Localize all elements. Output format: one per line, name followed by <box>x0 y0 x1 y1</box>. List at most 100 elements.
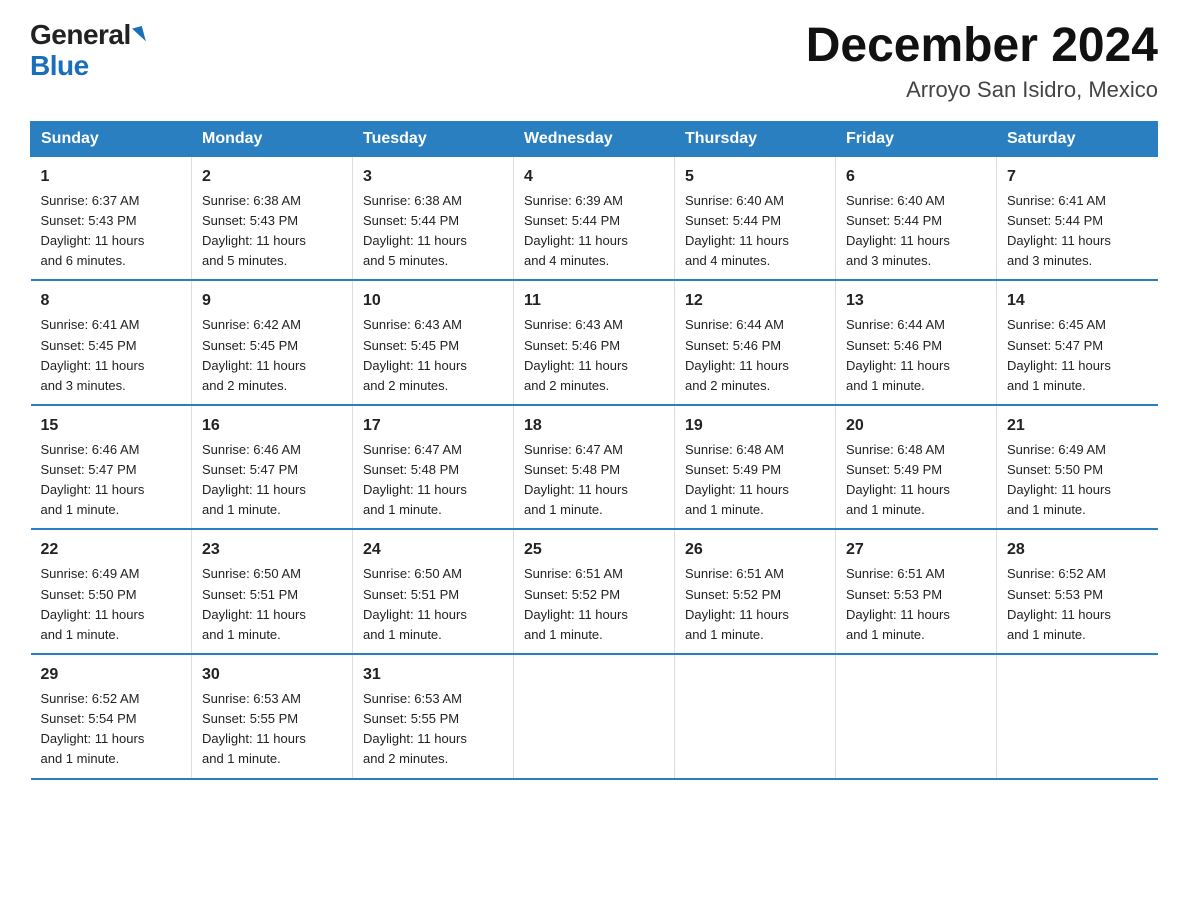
day-info: Sunrise: 6:52 AMSunset: 5:53 PMDaylight:… <box>1007 564 1148 645</box>
day-number: 31 <box>363 663 503 687</box>
day-info: Sunrise: 6:52 AMSunset: 5:54 PMDaylight:… <box>41 689 182 770</box>
weekday-header-sunday: Sunday <box>31 121 192 156</box>
day-cell: 29Sunrise: 6:52 AMSunset: 5:54 PMDayligh… <box>31 654 192 779</box>
day-info: Sunrise: 6:39 AMSunset: 5:44 PMDaylight:… <box>524 191 664 272</box>
day-info: Sunrise: 6:50 AMSunset: 5:51 PMDaylight:… <box>363 564 503 645</box>
day-number: 1 <box>41 165 182 189</box>
week-row-1: 1Sunrise: 6:37 AMSunset: 5:43 PMDaylight… <box>31 156 1158 280</box>
day-number: 5 <box>685 165 825 189</box>
day-number: 20 <box>846 414 986 438</box>
day-number: 3 <box>363 165 503 189</box>
day-number: 27 <box>846 538 986 562</box>
day-cell: 30Sunrise: 6:53 AMSunset: 5:55 PMDayligh… <box>192 654 353 779</box>
day-number: 25 <box>524 538 664 562</box>
day-info: Sunrise: 6:48 AMSunset: 5:49 PMDaylight:… <box>685 440 825 521</box>
day-number: 15 <box>41 414 182 438</box>
day-number: 17 <box>363 414 503 438</box>
location-title: Arroyo San Isidro, Mexico <box>806 77 1158 103</box>
day-info: Sunrise: 6:48 AMSunset: 5:49 PMDaylight:… <box>846 440 986 521</box>
week-row-4: 22Sunrise: 6:49 AMSunset: 5:50 PMDayligh… <box>31 529 1158 654</box>
weekday-header-row: SundayMondayTuesdayWednesdayThursdayFrid… <box>31 121 1158 156</box>
day-cell <box>675 654 836 779</box>
day-cell: 20Sunrise: 6:48 AMSunset: 5:49 PMDayligh… <box>836 405 997 530</box>
day-number: 4 <box>524 165 664 189</box>
day-cell: 1Sunrise: 6:37 AMSunset: 5:43 PMDaylight… <box>31 156 192 280</box>
month-title: December 2024 <box>806 20 1158 73</box>
day-info: Sunrise: 6:43 AMSunset: 5:46 PMDaylight:… <box>524 315 664 396</box>
day-info: Sunrise: 6:46 AMSunset: 5:47 PMDaylight:… <box>202 440 342 521</box>
logo-triangle-icon <box>132 26 146 44</box>
calendar-header: SundayMondayTuesdayWednesdayThursdayFrid… <box>31 121 1158 156</box>
day-info: Sunrise: 6:40 AMSunset: 5:44 PMDaylight:… <box>685 191 825 272</box>
week-row-2: 8Sunrise: 6:41 AMSunset: 5:45 PMDaylight… <box>31 280 1158 405</box>
day-cell: 14Sunrise: 6:45 AMSunset: 5:47 PMDayligh… <box>997 280 1158 405</box>
day-cell: 11Sunrise: 6:43 AMSunset: 5:46 PMDayligh… <box>514 280 675 405</box>
weekday-header-tuesday: Tuesday <box>353 121 514 156</box>
day-cell: 17Sunrise: 6:47 AMSunset: 5:48 PMDayligh… <box>353 405 514 530</box>
day-cell: 22Sunrise: 6:49 AMSunset: 5:50 PMDayligh… <box>31 529 192 654</box>
day-info: Sunrise: 6:46 AMSunset: 5:47 PMDaylight:… <box>41 440 182 521</box>
day-info: Sunrise: 6:40 AMSunset: 5:44 PMDaylight:… <box>846 191 986 272</box>
day-number: 14 <box>1007 289 1148 313</box>
day-number: 21 <box>1007 414 1148 438</box>
day-cell: 27Sunrise: 6:51 AMSunset: 5:53 PMDayligh… <box>836 529 997 654</box>
day-cell: 6Sunrise: 6:40 AMSunset: 5:44 PMDaylight… <box>836 156 997 280</box>
day-cell: 8Sunrise: 6:41 AMSunset: 5:45 PMDaylight… <box>31 280 192 405</box>
day-cell: 9Sunrise: 6:42 AMSunset: 5:45 PMDaylight… <box>192 280 353 405</box>
day-info: Sunrise: 6:49 AMSunset: 5:50 PMDaylight:… <box>41 564 182 645</box>
day-info: Sunrise: 6:51 AMSunset: 5:52 PMDaylight:… <box>685 564 825 645</box>
day-info: Sunrise: 6:42 AMSunset: 5:45 PMDaylight:… <box>202 315 342 396</box>
day-cell: 7Sunrise: 6:41 AMSunset: 5:44 PMDaylight… <box>997 156 1158 280</box>
day-cell: 31Sunrise: 6:53 AMSunset: 5:55 PMDayligh… <box>353 654 514 779</box>
calendar-table: SundayMondayTuesdayWednesdayThursdayFrid… <box>30 121 1158 780</box>
day-info: Sunrise: 6:47 AMSunset: 5:48 PMDaylight:… <box>524 440 664 521</box>
day-number: 7 <box>1007 165 1148 189</box>
day-info: Sunrise: 6:51 AMSunset: 5:53 PMDaylight:… <box>846 564 986 645</box>
day-number: 16 <box>202 414 342 438</box>
day-info: Sunrise: 6:47 AMSunset: 5:48 PMDaylight:… <box>363 440 503 521</box>
day-number: 11 <box>524 289 664 313</box>
day-cell: 13Sunrise: 6:44 AMSunset: 5:46 PMDayligh… <box>836 280 997 405</box>
day-cell: 24Sunrise: 6:50 AMSunset: 5:51 PMDayligh… <box>353 529 514 654</box>
day-number: 26 <box>685 538 825 562</box>
day-info: Sunrise: 6:41 AMSunset: 5:45 PMDaylight:… <box>41 315 182 396</box>
day-info: Sunrise: 6:38 AMSunset: 5:44 PMDaylight:… <box>363 191 503 272</box>
day-number: 10 <box>363 289 503 313</box>
day-cell <box>997 654 1158 779</box>
day-cell: 25Sunrise: 6:51 AMSunset: 5:52 PMDayligh… <box>514 529 675 654</box>
day-cell: 19Sunrise: 6:48 AMSunset: 5:49 PMDayligh… <box>675 405 836 530</box>
day-number: 29 <box>41 663 182 687</box>
day-info: Sunrise: 6:45 AMSunset: 5:47 PMDaylight:… <box>1007 315 1148 396</box>
day-cell: 26Sunrise: 6:51 AMSunset: 5:52 PMDayligh… <box>675 529 836 654</box>
day-cell: 15Sunrise: 6:46 AMSunset: 5:47 PMDayligh… <box>31 405 192 530</box>
day-cell: 16Sunrise: 6:46 AMSunset: 5:47 PMDayligh… <box>192 405 353 530</box>
day-number: 23 <box>202 538 342 562</box>
day-number: 22 <box>41 538 182 562</box>
day-number: 18 <box>524 414 664 438</box>
day-info: Sunrise: 6:49 AMSunset: 5:50 PMDaylight:… <box>1007 440 1148 521</box>
day-cell <box>514 654 675 779</box>
day-info: Sunrise: 6:44 AMSunset: 5:46 PMDaylight:… <box>685 315 825 396</box>
logo-general-text: General <box>30 20 131 51</box>
page-header: General Blue December 2024 Arroyo San Is… <box>30 20 1158 103</box>
day-number: 6 <box>846 165 986 189</box>
day-info: Sunrise: 6:43 AMSunset: 5:45 PMDaylight:… <box>363 315 503 396</box>
day-cell: 10Sunrise: 6:43 AMSunset: 5:45 PMDayligh… <box>353 280 514 405</box>
day-number: 12 <box>685 289 825 313</box>
weekday-header-thursday: Thursday <box>675 121 836 156</box>
day-cell: 28Sunrise: 6:52 AMSunset: 5:53 PMDayligh… <box>997 529 1158 654</box>
weekday-header-saturday: Saturday <box>997 121 1158 156</box>
day-number: 13 <box>846 289 986 313</box>
weekday-header-wednesday: Wednesday <box>514 121 675 156</box>
day-cell: 21Sunrise: 6:49 AMSunset: 5:50 PMDayligh… <box>997 405 1158 530</box>
logo: General Blue <box>30 20 144 82</box>
weekday-header-monday: Monday <box>192 121 353 156</box>
day-info: Sunrise: 6:53 AMSunset: 5:55 PMDaylight:… <box>363 689 503 770</box>
day-number: 28 <box>1007 538 1148 562</box>
day-cell: 23Sunrise: 6:50 AMSunset: 5:51 PMDayligh… <box>192 529 353 654</box>
day-cell: 5Sunrise: 6:40 AMSunset: 5:44 PMDaylight… <box>675 156 836 280</box>
logo-blue-text: Blue <box>30 51 144 82</box>
day-cell: 4Sunrise: 6:39 AMSunset: 5:44 PMDaylight… <box>514 156 675 280</box>
day-cell: 2Sunrise: 6:38 AMSunset: 5:43 PMDaylight… <box>192 156 353 280</box>
day-cell <box>836 654 997 779</box>
